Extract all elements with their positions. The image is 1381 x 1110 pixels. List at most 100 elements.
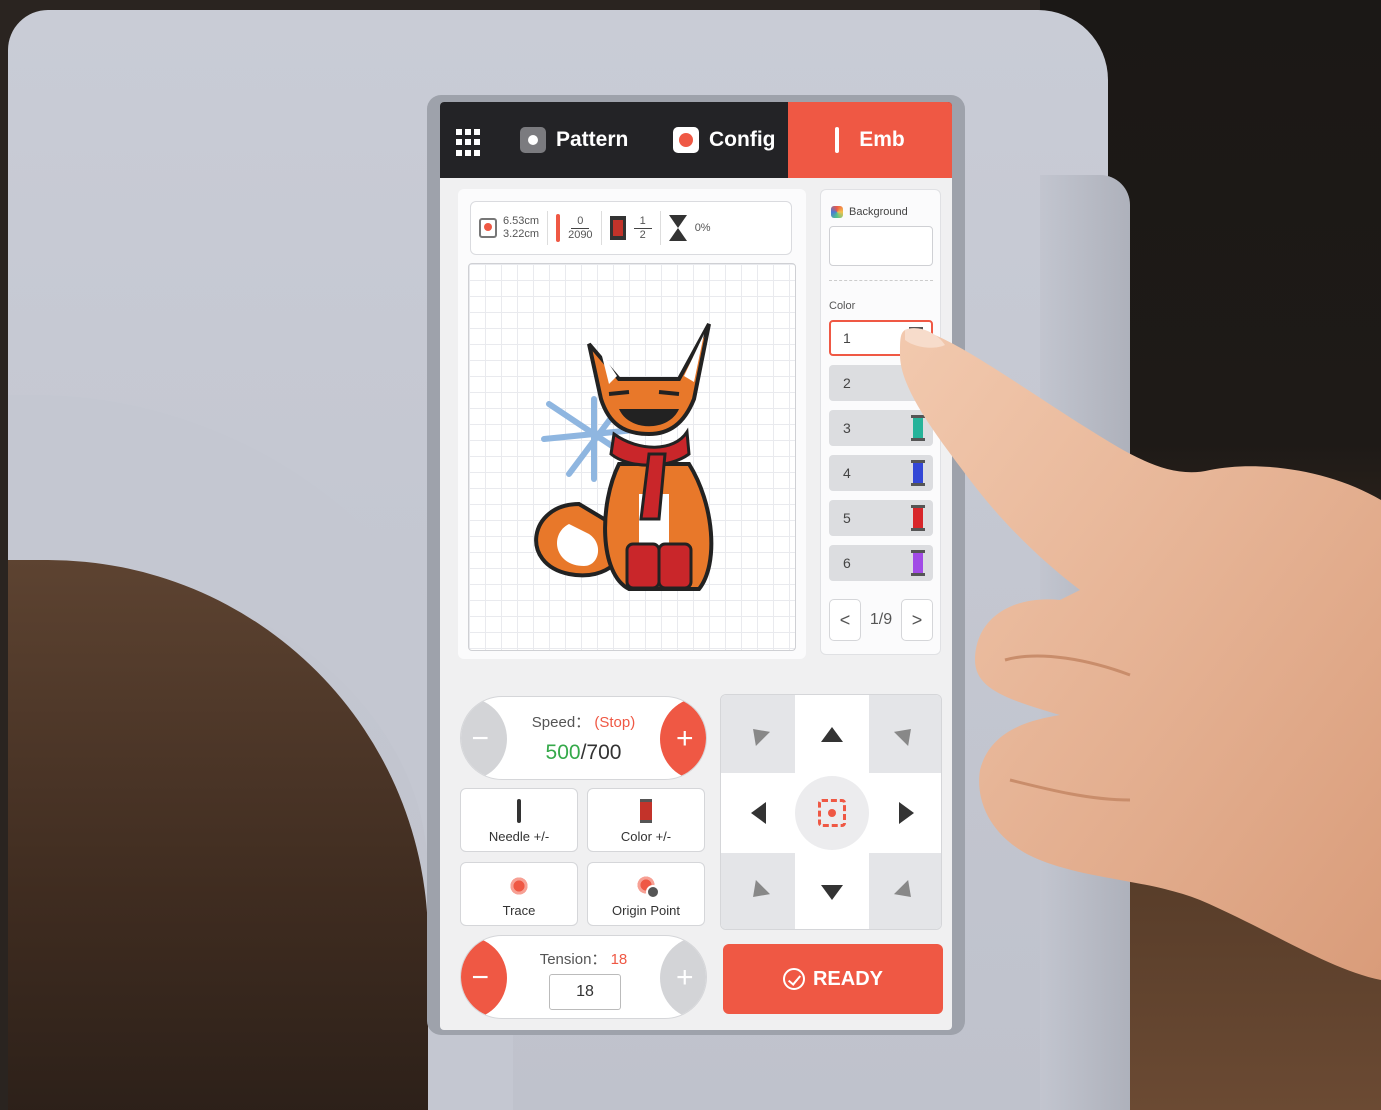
color-item-3[interactable]: 3 <box>829 410 933 446</box>
needle-adjust-button[interactable]: Needle +/- <box>460 788 578 852</box>
color-info: 1 2 <box>600 211 660 245</box>
origin-point-label: Origin Point <box>612 903 680 918</box>
origin-point-icon <box>634 873 660 899</box>
speed-minus-button[interactable]: − <box>461 697 507 779</box>
color-item-6[interactable]: 6 <box>829 545 933 581</box>
tab-config-label: Config <box>709 128 776 151</box>
tab-emb[interactable]: Emb <box>788 102 952 178</box>
background-label-text: Background <box>849 206 908 218</box>
arrow-right-icon <box>898 802 914 824</box>
size-info: 6.53cm 3.22cm <box>471 202 547 254</box>
stitch-total: 2090 <box>568 228 593 241</box>
trace-label: Trace <box>502 903 536 918</box>
thread-swatch <box>909 327 923 353</box>
arrow-down-icon <box>821 884 843 900</box>
move-right-button[interactable] <box>869 774 941 852</box>
color-adjust-label: Color +/- <box>620 829 672 844</box>
origin-point-button[interactable]: Origin Point <box>587 862 705 926</box>
arrow-down-right-icon <box>893 879 919 905</box>
move-down-button[interactable] <box>795 853 869 929</box>
hourglass-icon <box>668 215 687 241</box>
speed-status: (Stop) <box>594 714 636 731</box>
arrow-left-icon <box>750 802 766 824</box>
tab-pattern-label: Pattern <box>556 128 629 151</box>
needle-adjust-label: Needle +/- <box>488 829 550 844</box>
speed-max: /700 <box>580 741 622 764</box>
color-list: 1 2 3 4 5 6 <box>829 320 933 590</box>
color-item-label: 5 <box>843 510 851 526</box>
design-width: 6.53cm <box>503 215 540 227</box>
move-up-left-button[interactable] <box>721 695 795 773</box>
check-circle-icon <box>782 968 805 990</box>
progress-percent: 0% <box>694 222 711 234</box>
trace-icon <box>508 875 530 897</box>
color-item-5[interactable]: 5 <box>829 500 933 536</box>
move-down-left-button[interactable] <box>721 853 795 929</box>
direction-pad <box>720 694 942 930</box>
arrow-down-left-icon <box>745 879 771 905</box>
machine-side <box>1040 175 1130 1110</box>
pattern-icon <box>520 127 546 153</box>
thread-swatch <box>911 550 925 576</box>
needle-icon <box>517 799 521 823</box>
design-height: 3.22cm <box>503 228 540 240</box>
color-item-1[interactable]: 1 <box>829 320 933 356</box>
tension-label: Tension： <box>539 951 607 968</box>
color-item-2[interactable]: 2 <box>829 365 933 401</box>
speed-plus-button[interactable]: + <box>660 697 706 779</box>
move-down-right-button[interactable] <box>869 853 941 929</box>
color-panel: Background Color 1 2 3 4 5 6 < 1/9 > <box>820 189 941 655</box>
tab-emb-label: Emb <box>859 128 905 151</box>
next-page-button[interactable]: > <box>901 599 933 641</box>
color-item-label: 6 <box>843 555 851 571</box>
speed-current: 500 <box>545 741 581 764</box>
color-current: 1 <box>633 215 652 229</box>
arrow-up-icon <box>821 726 843 742</box>
arrow-up-left-icon <box>745 721 771 747</box>
move-left-button[interactable] <box>721 774 795 852</box>
embroidery-canvas[interactable] <box>468 263 796 651</box>
background-label: Background <box>831 206 908 218</box>
ready-button[interactable]: READY <box>723 944 943 1014</box>
speed-control: − Speed： (Stop) 500/700 + <box>460 696 707 780</box>
divider <box>829 280 933 281</box>
move-up-button[interactable] <box>795 695 869 773</box>
color-item-label: 4 <box>843 465 851 481</box>
thread-swatch <box>911 505 925 531</box>
color-adjust-button[interactable]: Color +/- <box>587 788 705 852</box>
info-bar: 6.53cm 3.22cm 0 2090 1 2 0% <box>470 201 792 255</box>
needle-icon <box>835 127 840 153</box>
color-item-label: 3 <box>843 420 851 436</box>
progress-info: 0% <box>659 211 719 245</box>
arrow-up-right-icon <box>893 721 919 747</box>
color-item-4[interactable]: 4 <box>829 455 933 491</box>
preview-panel: 6.53cm 3.22cm 0 2090 1 2 0% <box>458 189 806 659</box>
move-up-right-button[interactable] <box>869 695 941 773</box>
color-pager: < 1/9 > <box>829 598 933 642</box>
color-item-label: 2 <box>843 375 851 391</box>
spool-icon <box>640 799 652 823</box>
prev-page-button[interactable]: < <box>829 599 861 641</box>
thread-swatch <box>911 415 925 441</box>
focus-icon <box>818 799 846 827</box>
palette-icon <box>831 206 843 218</box>
tab-pattern[interactable]: Pattern <box>520 102 628 178</box>
stitch-info: 0 2090 <box>547 211 600 245</box>
tension-control: − Tension： 18 18 + <box>460 935 707 1019</box>
stitch-current: 0 <box>571 215 590 229</box>
center-button[interactable] <box>795 774 869 852</box>
color-item-label: 1 <box>843 330 851 346</box>
touch-screen: Pattern Config Emb 6.53cm 3.22cm 0 2090 … <box>440 102 952 1030</box>
apps-grid-icon[interactable] <box>456 129 484 157</box>
hoop-icon <box>479 218 497 238</box>
top-nav: Pattern Config Emb <box>440 102 952 178</box>
background-color-box[interactable] <box>829 226 933 266</box>
tension-value: 18 <box>610 951 628 968</box>
spool-icon <box>609 216 626 240</box>
fox-design-image <box>534 323 714 591</box>
thread-swatch <box>911 460 925 486</box>
tab-config[interactable]: Config <box>673 102 775 178</box>
tension-input[interactable]: 18 <box>549 974 621 1010</box>
color-total: 2 <box>639 228 646 241</box>
trace-button[interactable]: Trace <box>460 862 578 926</box>
